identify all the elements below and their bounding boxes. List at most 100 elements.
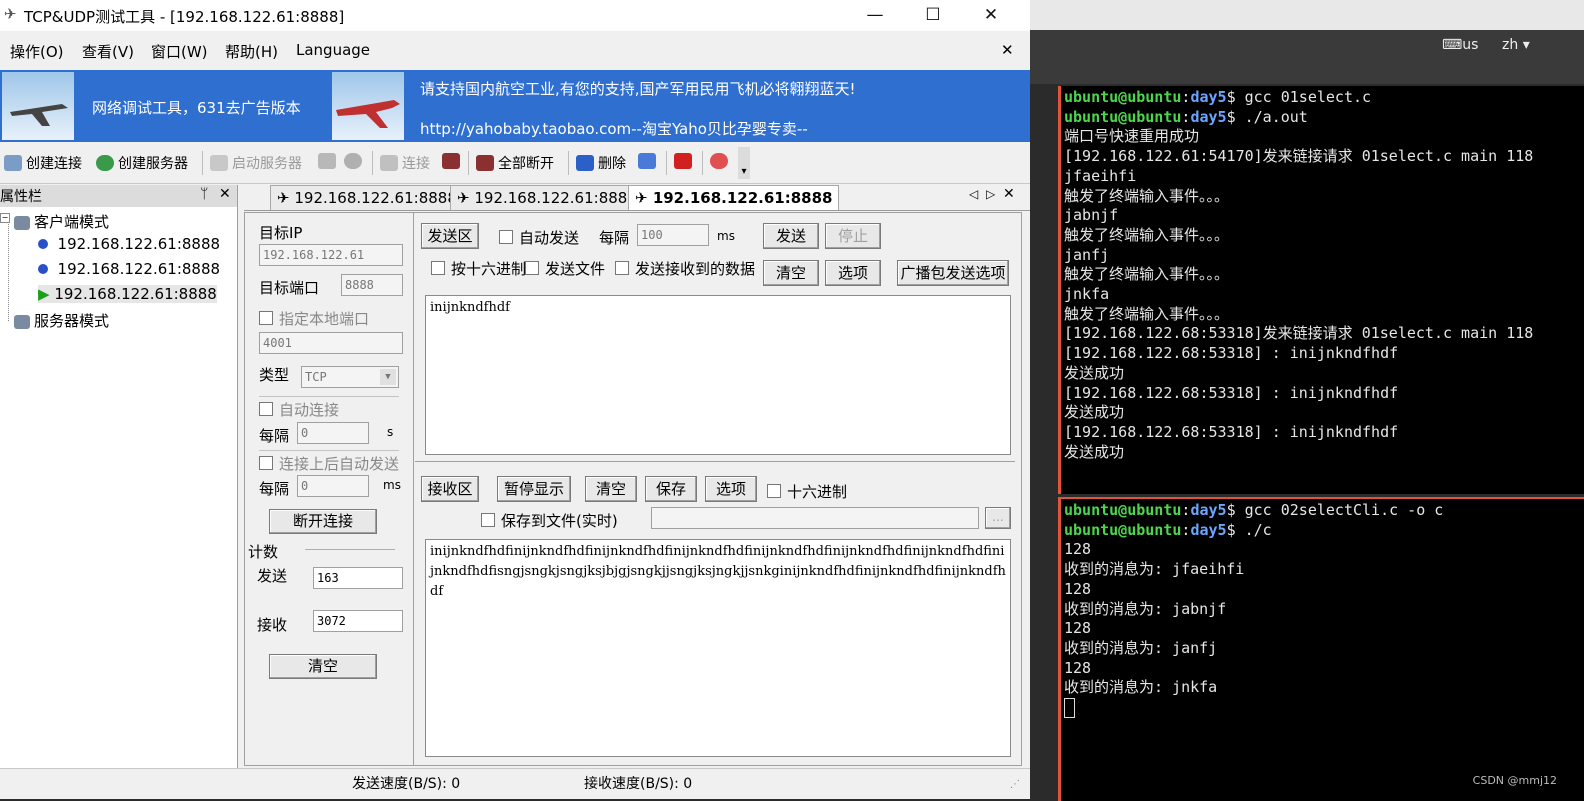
reconnect-interval-field[interactable]: 0 bbox=[297, 422, 369, 444]
minimize-button[interactable]: — bbox=[846, 0, 904, 31]
send-area-label[interactable]: 发送区 bbox=[421, 223, 479, 249]
target-port-field[interactable]: 8888 bbox=[341, 274, 403, 296]
save-file-path-field[interactable] bbox=[651, 507, 979, 529]
keyboard-indicator[interactable]: ⌨us bbox=[1442, 37, 1478, 53]
save-button[interactable]: 保存 bbox=[645, 476, 697, 502]
disconnect-button[interactable]: 断开连接 bbox=[269, 509, 377, 534]
menu-window[interactable]: 窗口(W) bbox=[151, 41, 208, 62]
ad-banner[interactable]: 网络调试工具，631去广告版本 请支持国内航空工业,有您的支持,国产军用民用飞机… bbox=[0, 70, 1030, 142]
menu-close-button[interactable]: ✕ bbox=[1001, 41, 1014, 59]
recv-area-label[interactable]: 接收区 bbox=[421, 476, 479, 502]
exit-button[interactable] bbox=[674, 153, 696, 170]
tab-scroll-left-icon[interactable]: ◁ bbox=[969, 187, 978, 201]
banner-link[interactable]: http://yahobaby.taobao.com--淘宝Yaho贝比孕婴专卖… bbox=[420, 118, 808, 139]
system-top-bar: ⌨us zh ▾ bbox=[1030, 30, 1584, 84]
create-connection-button[interactable]: 创建连接 bbox=[4, 153, 82, 173]
tab-scroll-right-icon[interactable]: ▷ bbox=[986, 187, 995, 201]
tab-connection[interactable]: ✈ 192.168.122.61:8888 bbox=[450, 185, 644, 210]
send-count-field[interactable]: 163 bbox=[313, 567, 403, 589]
recv-hex-checkbox[interactable]: 十六进制 bbox=[767, 481, 847, 502]
clear-count-button[interactable]: 清空 bbox=[269, 654, 377, 679]
save-to-file-checkbox[interactable]: 保存到文件(实时) bbox=[481, 510, 618, 531]
send-hex-checkbox[interactable]: 按十六进制 bbox=[431, 258, 526, 279]
recv-textarea[interactable]: inijnkndfhdfinijnkndfhdfinijnkndfhdfinij… bbox=[425, 539, 1011, 757]
send-interval-field[interactable]: 100 bbox=[637, 224, 709, 246]
recv-count-field[interactable]: 3072 bbox=[313, 610, 403, 632]
close-button[interactable]: ✕ bbox=[962, 0, 1020, 31]
keyboard-icon: ⌨ bbox=[1442, 37, 1463, 53]
recv-options-button[interactable]: 选项 bbox=[705, 476, 757, 502]
start-server-button[interactable]: 启动服务器 bbox=[210, 153, 302, 173]
toolbar-overflow-icon[interactable]: ▾ bbox=[738, 147, 750, 179]
local-port-field[interactable]: 4001 bbox=[259, 332, 403, 354]
send-file-checkbox[interactable]: 发送文件 bbox=[525, 258, 605, 279]
tree-client-item[interactable]: 192.168.122.61:8888 bbox=[38, 260, 220, 278]
terminal-line: 128 bbox=[1064, 540, 1092, 559]
tree-client-mode[interactable]: 客户端模式 bbox=[14, 211, 109, 232]
tree-client-item[interactable]: 192.168.122.61:8888 bbox=[38, 235, 220, 253]
broadcast-options-button[interactable]: 广播包发送选项 bbox=[897, 260, 1009, 286]
menu-language[interactable]: Language bbox=[296, 41, 370, 59]
tab-connection[interactable]: ✈ 192.168.122.61:8888 bbox=[270, 185, 464, 210]
prompt-path: day5 bbox=[1190, 501, 1227, 519]
delete-button[interactable]: 删除 bbox=[576, 153, 626, 173]
send-options-button[interactable]: 选项 bbox=[825, 260, 881, 286]
send-button[interactable]: 发送 bbox=[763, 223, 819, 249]
tree-client-item-selected[interactable]: ▶ 192.168.122.61:8888 bbox=[38, 285, 217, 303]
recv-clear-button[interactable]: 清空 bbox=[585, 476, 637, 502]
terminal-server[interactable]: ubuntu@ubuntu:day5$ gcc 01select.c ubuntu… bbox=[1058, 86, 1584, 494]
send-interval-unit: ms bbox=[717, 229, 735, 243]
terminal-client[interactable]: ubuntu@ubuntu:day5$ gcc 02selectCli.c -o… bbox=[1058, 497, 1584, 801]
terminal-prompt-line: ubuntu@ubuntu:day5$ ./a.out bbox=[1064, 108, 1533, 128]
stop-send-button[interactable]: 停止 bbox=[825, 223, 881, 249]
pin-icon[interactable]: ᛘ bbox=[200, 186, 208, 202]
menu-view[interactable]: 查看(V) bbox=[82, 41, 134, 62]
plane-icon: ✈ bbox=[277, 189, 290, 207]
checkbox-icon bbox=[767, 484, 781, 498]
delete-all-button[interactable] bbox=[638, 153, 660, 170]
pause-display-button[interactable]: 暂停显示 bbox=[497, 476, 571, 502]
language-indicator[interactable]: zh ▾ bbox=[1502, 37, 1530, 53]
link-icon bbox=[380, 155, 398, 171]
connect-button[interactable]: 连接 bbox=[380, 153, 430, 173]
send-clear-button[interactable]: 清空 bbox=[763, 260, 819, 286]
connection-dot-icon bbox=[38, 264, 48, 274]
resize-grip-icon[interactable]: ⋰ bbox=[1010, 779, 1020, 790]
menu-help[interactable]: 帮助(H) bbox=[225, 41, 278, 62]
auto-send-on-connect-checkbox[interactable]: 连接上后自动发送 bbox=[259, 453, 399, 474]
window-title: TCP&UDP测试工具 - [192.168.122.61:8888] bbox=[24, 8, 345, 26]
checkbox-icon bbox=[431, 261, 445, 275]
tree-server-mode[interactable]: 服务器模式 bbox=[14, 310, 109, 331]
property-panel: 属性栏 ᛘ ✕ − 客户端模式 192.168.122.61:8888 192.… bbox=[0, 185, 238, 773]
type-select[interactable]: TCP ▼ bbox=[301, 366, 399, 388]
auto-send-checkbox[interactable]: 自动发送 bbox=[499, 227, 579, 248]
send-textarea[interactable]: inijnkndfhdf bbox=[425, 295, 1011, 455]
prompt-user: ubuntu@ubuntu bbox=[1064, 107, 1182, 126]
send-received-checkbox[interactable]: 发送接收到的数据 bbox=[615, 258, 755, 279]
target-ip-field[interactable]: 192.168.122.61 bbox=[259, 244, 403, 266]
tab-close-button[interactable]: ✕ bbox=[1003, 186, 1015, 202]
jet-image bbox=[2, 72, 74, 140]
banner-line1: 请支持国内航空工业,有您的支持,国产军用民用飞机必将翱翔蓝天! bbox=[420, 80, 856, 98]
auto-send-interval-field[interactable]: 0 bbox=[297, 475, 369, 497]
terminal-cursor bbox=[1064, 698, 1075, 719]
panel-close-button[interactable]: ✕ bbox=[219, 186, 231, 202]
maximize-button[interactable]: ☐ bbox=[904, 0, 962, 31]
delete-all-icon bbox=[638, 153, 656, 169]
server-settings-button[interactable] bbox=[318, 153, 340, 170]
local-port-checkbox[interactable]: 指定本地端口 bbox=[259, 308, 369, 329]
stop-button[interactable] bbox=[344, 153, 366, 170]
property-panel-title: 属性栏 bbox=[0, 189, 42, 205]
checkbox-icon bbox=[259, 456, 273, 470]
disconnect-all-button[interactable]: 全部断开 bbox=[476, 153, 554, 173]
collapse-icon[interactable]: − bbox=[0, 213, 10, 223]
toolbar-separator bbox=[666, 151, 667, 175]
create-server-button[interactable]: 创建服务器 bbox=[96, 153, 188, 173]
auto-connect-checkbox[interactable]: 自动连接 bbox=[259, 399, 339, 420]
help-button[interactable] bbox=[710, 153, 732, 170]
plane-red-button[interactable] bbox=[442, 153, 464, 170]
tab-connection-active[interactable]: ✈ 192.168.122.61:8888 bbox=[628, 185, 840, 210]
browse-button[interactable]: ... bbox=[985, 507, 1011, 529]
status-bar: 发送速度(B/S): 0 接收速度(B/S): 0 ⋰ bbox=[0, 768, 1030, 799]
menu-operate[interactable]: 操作(O) bbox=[10, 41, 64, 62]
